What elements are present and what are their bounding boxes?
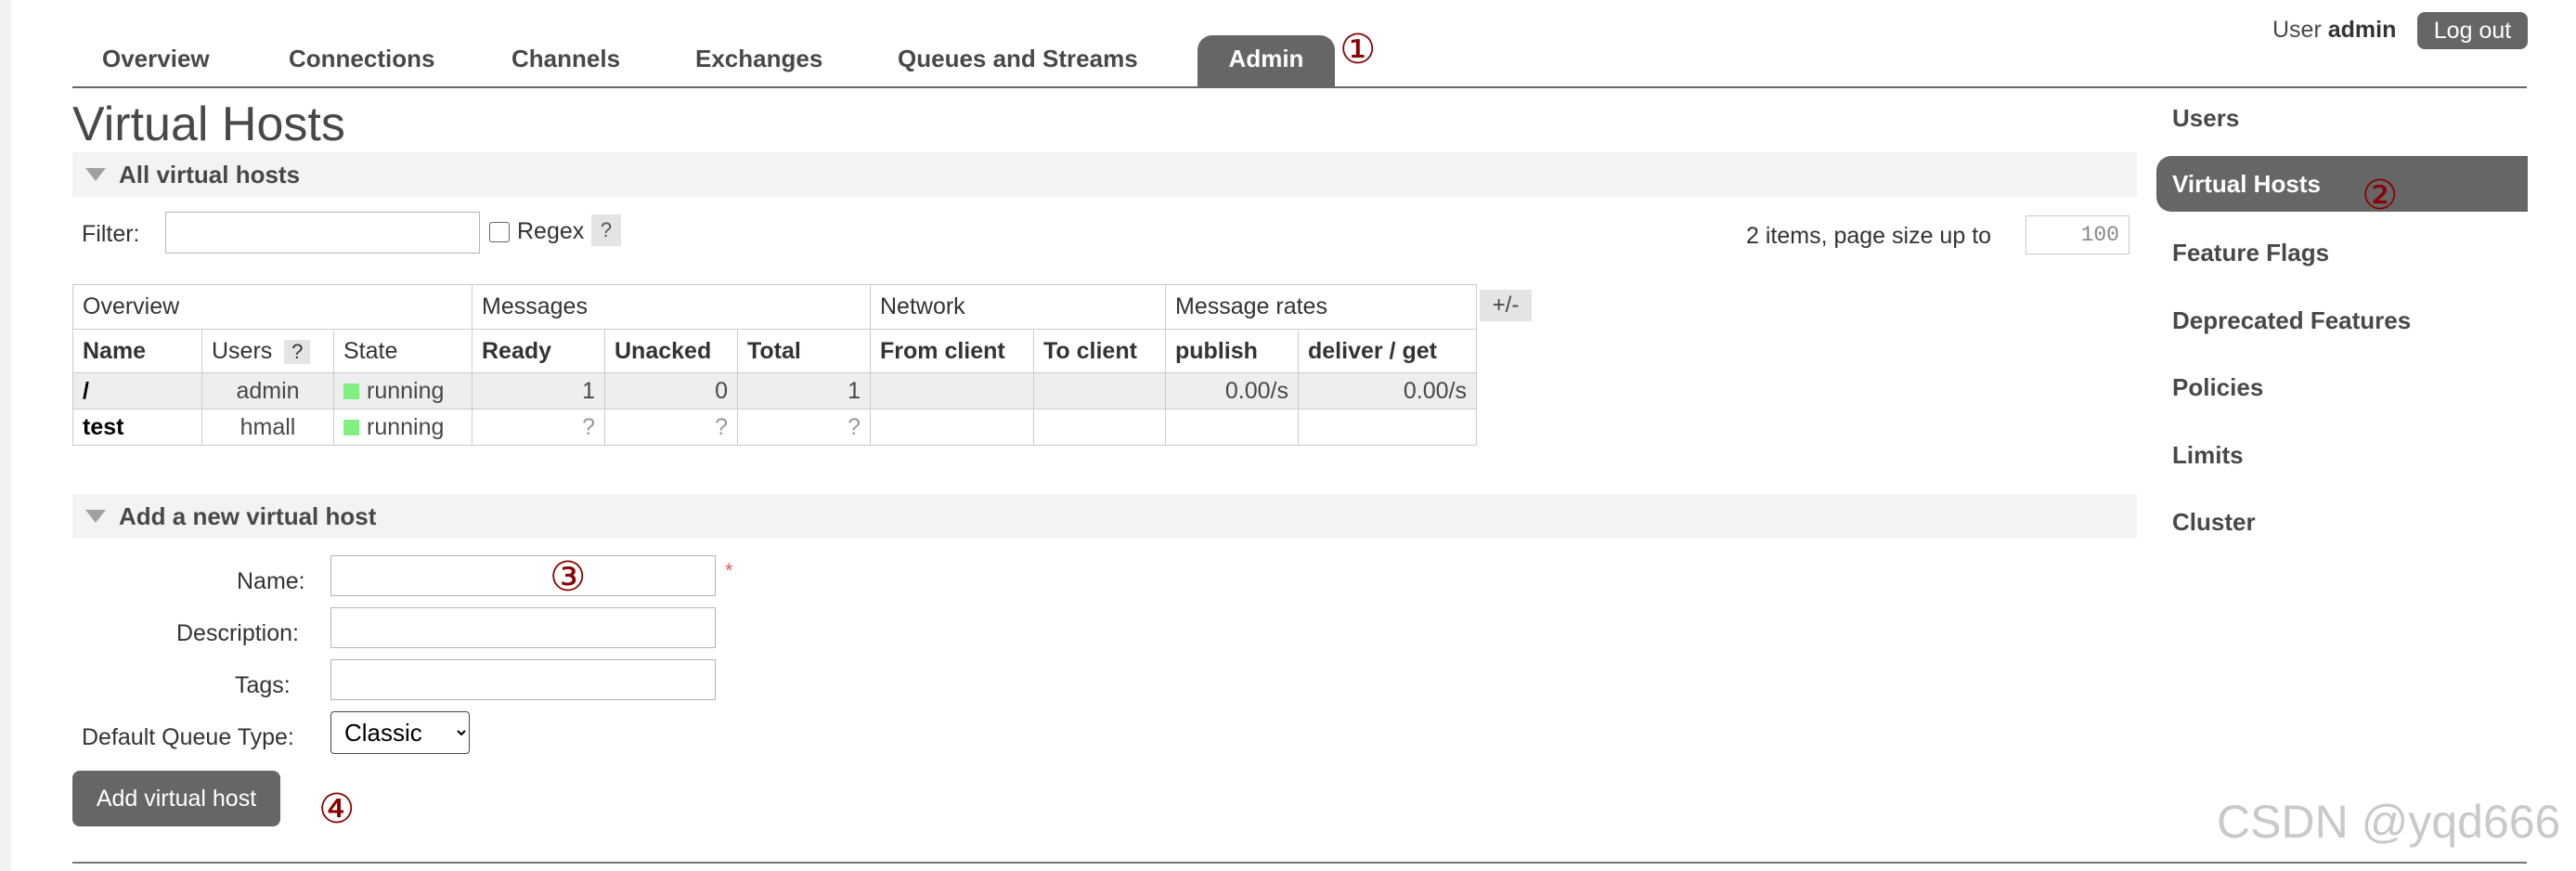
vhost-to-client	[1033, 372, 1166, 410]
tab-connections[interactable]: Connections	[289, 35, 434, 87]
description-label: Description:	[176, 620, 299, 646]
vhost-ready: 1	[472, 372, 605, 410]
col-total[interactable]: Total	[737, 329, 871, 373]
vhost-state-text: running	[367, 377, 445, 404]
sidebar-item-cluster[interactable]: Cluster	[2172, 508, 2256, 537]
add-vhost-section-header[interactable]: Add a new virtual host	[72, 494, 2137, 539]
vhost-users: hmall	[201, 409, 334, 446]
vhost-total: ?	[737, 409, 871, 446]
vhost-name-link[interactable]: /	[72, 372, 202, 410]
vhost-name-link[interactable]: test	[72, 409, 202, 446]
vhost-deliver-rate	[1298, 409, 1477, 446]
regex-checkbox[interactable]	[489, 222, 510, 242]
sidebar-item-deprecated-features[interactable]: Deprecated Features	[2172, 306, 2411, 335]
sidebar-item-policies[interactable]: Policies	[2172, 373, 2263, 402]
page-size-input[interactable]: 100	[2026, 215, 2129, 254]
regex-help-button[interactable]: ?	[591, 214, 621, 246]
annotation-2: ②	[2362, 172, 2399, 219]
vhost-publish-rate: 0.00/s	[1165, 372, 1299, 410]
vhost-state-text: running	[367, 413, 445, 440]
col-users[interactable]: Users ?	[201, 329, 334, 373]
vhost-state: running	[333, 372, 472, 410]
users-help-button[interactable]: ?	[284, 339, 311, 364]
add-vhost-title: Add a new virtual host	[119, 502, 377, 530]
col-users-label: Users	[212, 337, 273, 364]
tab-overview[interactable]: Overview	[102, 35, 210, 87]
collapse-triangle-icon	[85, 510, 106, 523]
tab-exchanges[interactable]: Exchanges	[695, 35, 822, 87]
col-name[interactable]: Name	[72, 329, 202, 373]
vhost-users: admin	[201, 372, 334, 410]
vhost-unacked: ?	[604, 409, 738, 446]
regex-label: Regex	[517, 218, 585, 244]
name-label: Name:	[237, 568, 305, 594]
sidebar-item-limits[interactable]: Limits	[2172, 441, 2244, 470]
queue-type-label: Default Queue Type:	[82, 724, 294, 750]
default-queue-type-select[interactable]: Classic	[330, 711, 470, 754]
vhost-name-input[interactable]	[330, 555, 716, 596]
tags-label: Tags:	[235, 672, 291, 698]
vhost-from-client	[870, 372, 1034, 410]
col-unacked[interactable]: Unacked	[604, 329, 738, 373]
footer-divider	[72, 862, 2527, 864]
annotation-4: ④	[318, 786, 356, 833]
nav-divider	[72, 86, 2527, 88]
user-prefix: User	[2272, 17, 2322, 43]
page-title: Virtual Hosts	[72, 98, 345, 151]
vhost-deliver-rate: 0.00/s	[1298, 372, 1477, 410]
vhost-ready: ?	[472, 409, 605, 446]
vhost-unacked: 0	[604, 372, 738, 410]
tab-queues-and-streams[interactable]: Queues and Streams	[898, 35, 1138, 87]
annotation-3: ③	[550, 553, 587, 601]
col-publish[interactable]: publish	[1165, 329, 1299, 373]
col-ready[interactable]: Ready	[472, 329, 605, 373]
col-deliver-get[interactable]: deliver / get	[1298, 329, 1477, 373]
vhost-total: 1	[737, 372, 871, 410]
group-messages: Messages	[472, 284, 871, 330]
toggle-columns-button[interactable]: +/-	[1480, 290, 1532, 321]
table-row[interactable]: test hmall running ? ? ?	[72, 409, 1477, 446]
vhost-publish-rate	[1165, 409, 1299, 446]
col-to-client[interactable]: To client	[1033, 329, 1166, 373]
group-message-rates: Message rates	[1165, 284, 1477, 330]
col-state[interactable]: State	[333, 329, 472, 373]
left-margin	[0, 0, 11, 871]
logout-button[interactable]: Log out	[2417, 12, 2528, 49]
filter-input[interactable]	[165, 212, 480, 254]
required-mark: *	[725, 559, 733, 582]
vhosts-table: Overview Messages Network Message rates …	[72, 284, 1477, 446]
sidebar-item-users[interactable]: Users	[2172, 104, 2239, 133]
watermark-text: CSDN @yqd666	[2217, 796, 2561, 848]
items-count-text: 2 items, page size up to	[1746, 223, 1992, 249]
group-network: Network	[870, 284, 1166, 330]
vhost-state: running	[333, 409, 472, 446]
tab-admin[interactable]: Admin	[1197, 35, 1335, 87]
filter-label: Filter:	[82, 221, 140, 247]
vhost-from-client	[870, 409, 1034, 446]
running-status-icon	[343, 383, 359, 399]
vhost-to-client	[1033, 409, 1166, 446]
running-status-icon	[343, 419, 359, 436]
sidebar-item-feature-flags[interactable]: Feature Flags	[2172, 239, 2329, 267]
sidebar-item-virtual-hosts-label: Virtual Hosts	[2172, 170, 2321, 198]
annotation-1: ①	[1340, 26, 1377, 73]
tab-channels[interactable]: Channels	[511, 35, 620, 87]
group-overview: Overview	[72, 284, 472, 330]
collapse-triangle-icon	[85, 168, 106, 181]
user-name: admin	[2327, 17, 2397, 43]
vhost-tags-input[interactable]	[330, 659, 716, 700]
all-vhosts-title: All virtual hosts	[119, 161, 301, 188]
table-row[interactable]: / admin running 1 0 1 0.00/s 0.00/s	[72, 372, 1477, 410]
vhost-description-input[interactable]	[330, 607, 716, 648]
user-info: User admin	[2272, 17, 2396, 44]
all-vhosts-section-header[interactable]: All virtual hosts	[72, 152, 2137, 197]
add-virtual-host-button[interactable]: Add virtual host	[72, 771, 280, 826]
col-from-client[interactable]: From client	[870, 329, 1034, 373]
